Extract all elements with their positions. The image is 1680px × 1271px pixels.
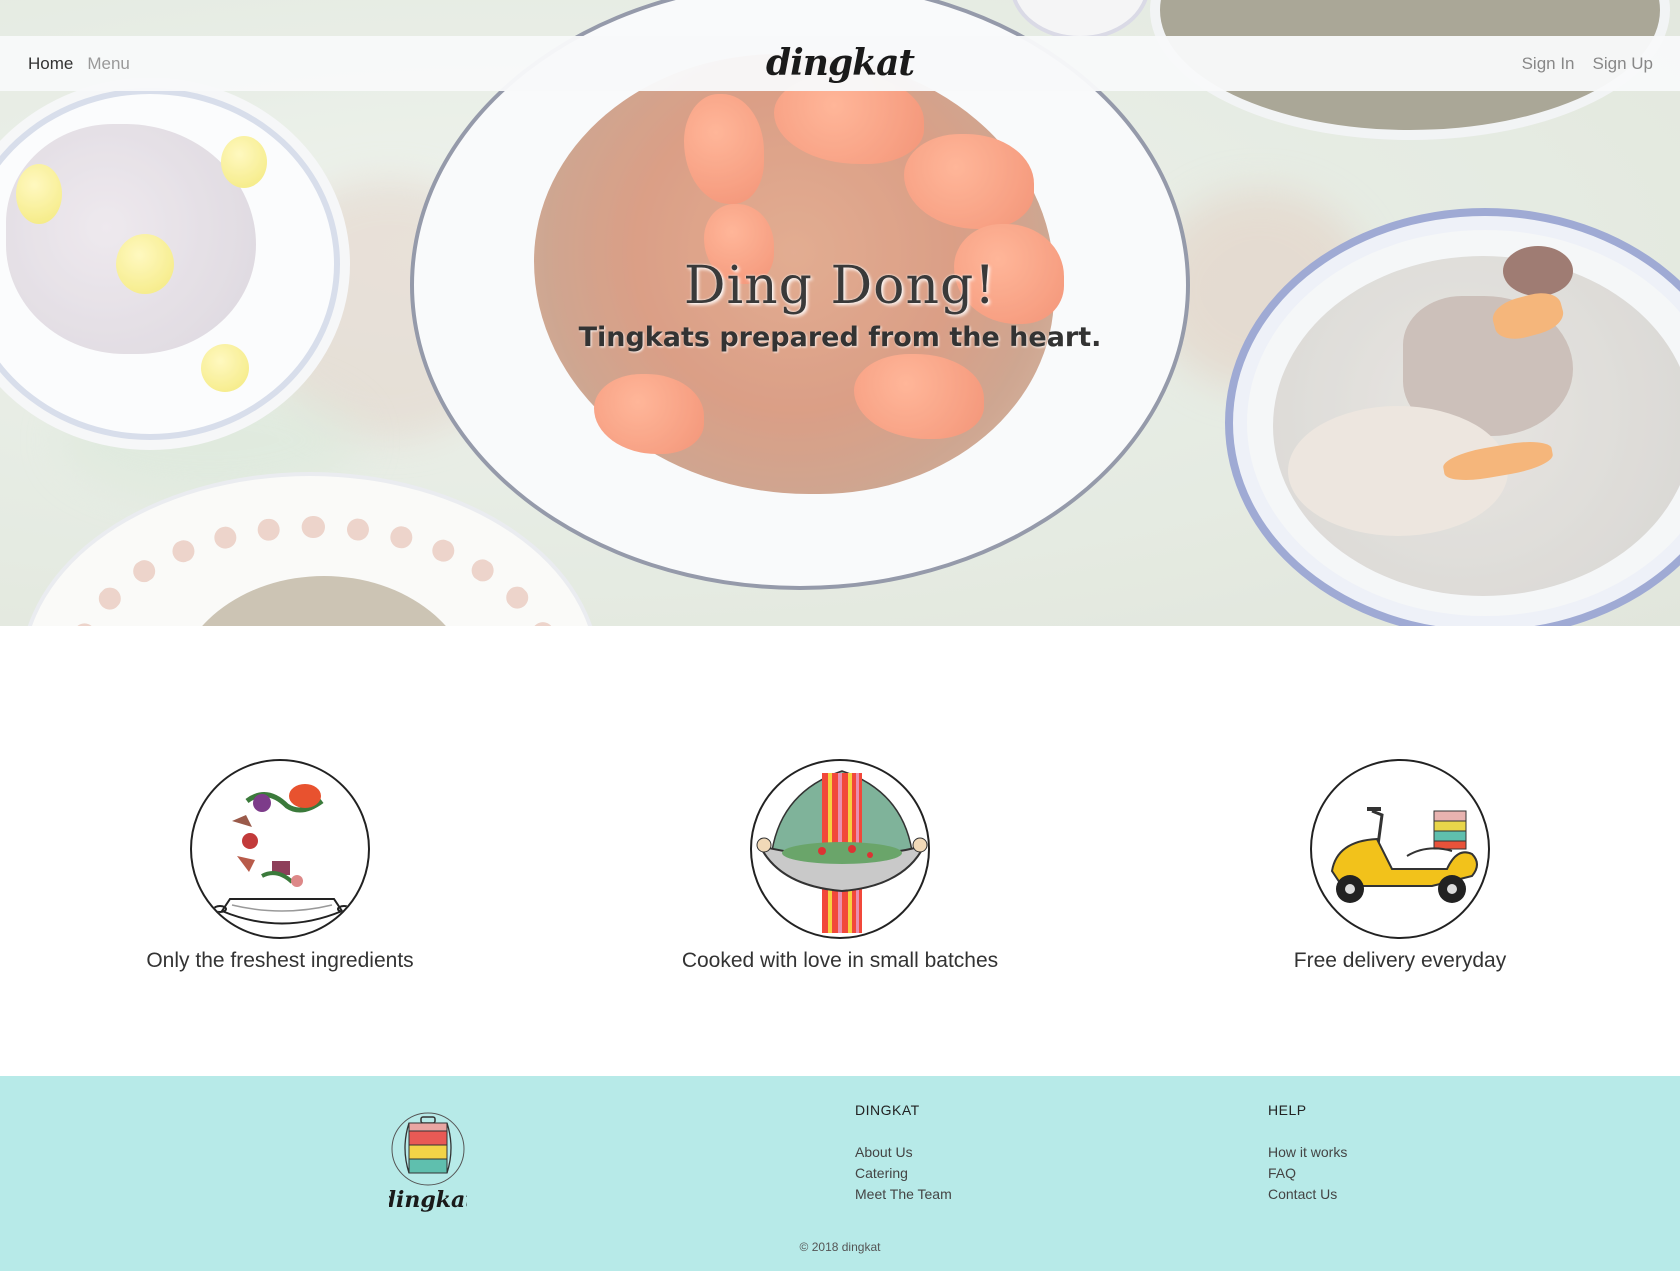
feature-caption: Only the freshest ingredients xyxy=(146,949,414,972)
cook-with-wok-icon xyxy=(750,759,930,939)
feature-free-delivery: Free delivery everyday xyxy=(1190,759,1610,973)
footer-link-about-us[interactable]: About Us xyxy=(855,1142,952,1163)
footer-heading: HELP xyxy=(1268,1102,1307,1118)
hero-title: Ding Dong! xyxy=(683,256,997,316)
footer-link-contact-us[interactable]: Contact Us xyxy=(1268,1184,1347,1205)
brand-logo-text[interactable]: dingkat xyxy=(766,42,915,84)
sign-in-link[interactable]: Sign In xyxy=(1522,54,1575,74)
wok-ingredients-icon xyxy=(190,759,370,939)
footer-link-how-it-works[interactable]: How it works xyxy=(1268,1142,1347,1163)
top-navbar: Home Menu dingkat Sign In Sign Up xyxy=(0,36,1680,91)
hero-subtitle: Tingkats prepared from the heart. xyxy=(578,322,1102,353)
footer-link-catering[interactable]: Catering xyxy=(855,1163,952,1184)
delivery-scooter-icon xyxy=(1310,759,1490,939)
footer-logo[interactable]: dingkat xyxy=(381,1111,475,1221)
feature-caption: Free delivery everyday xyxy=(1293,949,1507,972)
footer-link-meet-the-team[interactable]: Meet The Team xyxy=(855,1184,952,1205)
footer-column-help: HELP How it works FAQ Contact Us xyxy=(1268,1102,1347,1205)
feature-caption: Cooked with love in small batches xyxy=(681,949,999,972)
footer-link-faq[interactable]: FAQ xyxy=(1268,1163,1347,1184)
footer: dingkat DINGKAT About Us Catering Meet T… xyxy=(0,1076,1680,1271)
footer-logo-text: dingkat xyxy=(389,1187,467,1213)
nav-home-link[interactable]: Home xyxy=(28,54,73,74)
nav-left-links: Home Menu xyxy=(28,36,130,91)
feature-cooked-with-love: Cooked with love in small batches xyxy=(630,759,1050,973)
nav-menu-link[interactable]: Menu xyxy=(87,54,130,74)
sign-up-link[interactable]: Sign Up xyxy=(1593,54,1653,74)
hero-text: Ding Dong! Tingkats prepared from the he… xyxy=(0,256,1680,353)
footer-column-dingkat: DINGKAT About Us Catering Meet The Team xyxy=(855,1102,952,1205)
copyright-text: © 2018 dingkat xyxy=(799,1240,881,1254)
footer-heading: DINGKAT xyxy=(855,1102,920,1118)
brand-logo: dingkat xyxy=(0,36,1680,91)
hero-banner: Ding Dong! Tingkats prepared from the he… xyxy=(0,0,1680,626)
tingkat-logo-icon: dingkat xyxy=(381,1112,475,1213)
nav-right-links: Sign In Sign Up xyxy=(1522,36,1653,91)
features-section: Only the freshest ingredients Cooked wit… xyxy=(0,626,1680,1076)
feature-fresh-ingredients: Only the freshest ingredients xyxy=(70,759,490,973)
